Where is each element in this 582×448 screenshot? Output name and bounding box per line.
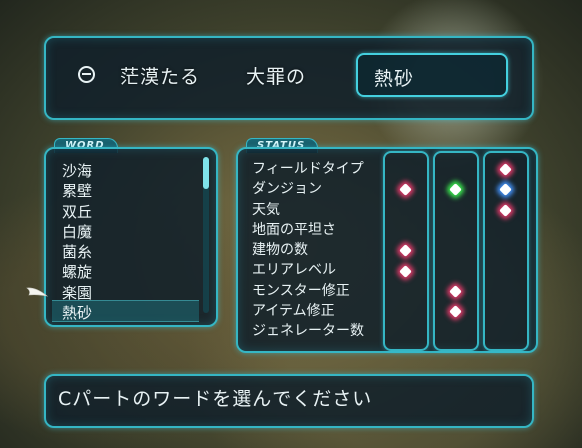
word-list-item[interactable]: 双丘 xyxy=(60,202,200,222)
word-list-item[interactable]: 累壁 xyxy=(60,181,200,201)
part-c-word: 熱砂 xyxy=(374,68,415,90)
status-column-c xyxy=(483,151,529,351)
minus-circle-icon[interactable] xyxy=(78,66,95,83)
status-row-label: モンスター修正 xyxy=(252,282,350,299)
status-list: フィールドタイプ ダンジョン 天気 地面の平坦さ 建物の数 エリアレベル モンス… xyxy=(252,159,364,342)
word-list-scrollbar[interactable] xyxy=(203,157,209,313)
status-row-label: アイテム修正 xyxy=(252,303,335,320)
word-list-item[interactable]: 沙海 xyxy=(60,161,200,181)
status-row-label: ダンジョン xyxy=(252,181,322,198)
instruction-message: Cパートのワードを選んでください xyxy=(58,388,373,410)
status-row-label: ジェネレーター数 xyxy=(252,323,364,340)
part-a-word[interactable]: 茫漠たる xyxy=(120,62,200,89)
word-list-item[interactable]: 白魔 xyxy=(60,222,200,242)
word-list-item[interactable]: 熱砂 xyxy=(60,303,200,323)
word-list-item[interactable]: 菌糸 xyxy=(60,242,200,262)
word-list-item[interactable]: 楽園 xyxy=(60,283,200,303)
status-row-label: 建物の数 xyxy=(252,242,308,259)
word-list-item[interactable]: 螺旋 xyxy=(60,262,200,282)
scrollbar-thumb[interactable] xyxy=(203,157,209,189)
status-row-label: フィールドタイプ xyxy=(252,161,364,177)
status-column-b xyxy=(433,151,479,351)
feather-pointer-icon xyxy=(26,287,48,297)
word-list: 沙海 累壁 双丘 白魔 菌糸 螺旋 楽園 熱砂 xyxy=(60,161,200,323)
status-row-label: 地面の平坦さ xyxy=(252,221,336,238)
part-b-word[interactable]: 大罪の xyxy=(246,62,306,89)
status-row-label: エリアレベル xyxy=(252,262,336,279)
part-c-word-slot[interactable]: 熱砂 xyxy=(356,53,508,97)
status-row-label: 天気 xyxy=(252,201,280,218)
